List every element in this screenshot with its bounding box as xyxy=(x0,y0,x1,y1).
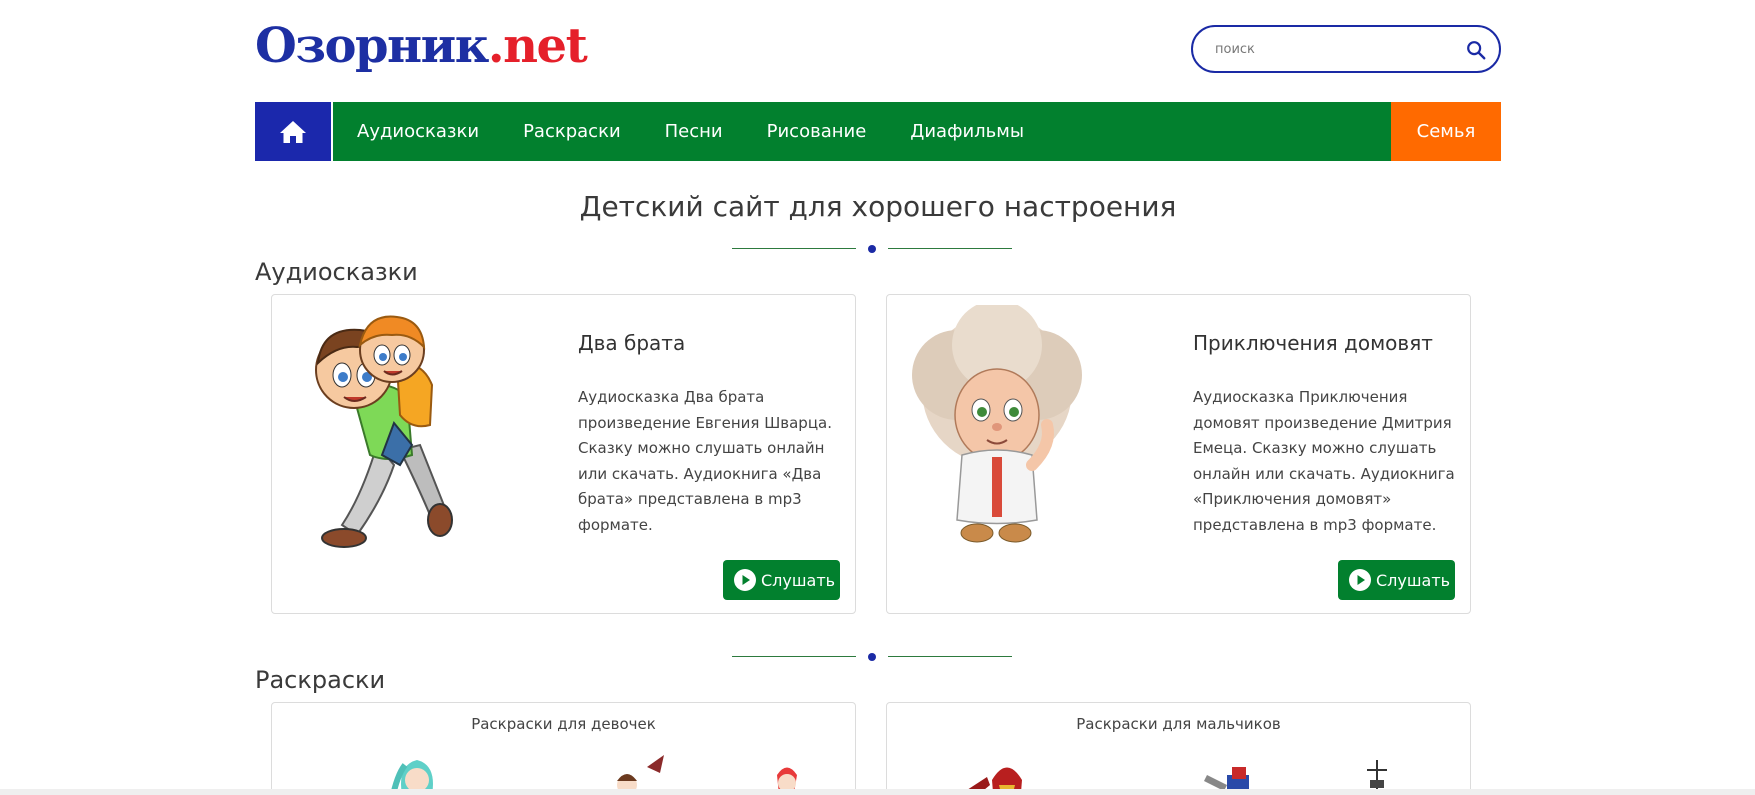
section-title-coloring: Раскраски xyxy=(255,666,386,694)
nav-item-coloring[interactable]: Раскраски xyxy=(501,102,643,161)
search-icon[interactable] xyxy=(1465,39,1487,61)
robot-thumbnail[interactable] xyxy=(1192,745,1282,795)
play-icon xyxy=(1349,569,1371,591)
page-title: Детский сайт для хорошего настроения xyxy=(579,190,1177,223)
girl-character-thumbnail[interactable] xyxy=(372,745,462,795)
listen-button-label: Слушать xyxy=(761,570,836,590)
nav-item-audiotales[interactable]: Аудиосказки xyxy=(335,102,501,161)
mermaid-thumbnail[interactable] xyxy=(742,745,832,795)
listen-button[interactable]: Слушать xyxy=(1338,560,1455,600)
play-icon xyxy=(734,569,756,591)
logo-text-main: Озорник xyxy=(255,18,489,74)
coloring-card-boys[interactable]: Раскраски для мальчиков xyxy=(886,702,1471,795)
nav-item-family[interactable]: Семья xyxy=(1391,102,1501,161)
home-icon xyxy=(280,120,306,143)
bottom-edge xyxy=(0,789,1755,795)
iron-man-thumbnail[interactable] xyxy=(962,745,1052,795)
coloring-card-title: Раскраски для мальчиков xyxy=(1076,715,1281,733)
listen-button[interactable]: Слушать xyxy=(723,560,840,600)
audiotale-card: Два брата Аудиосказка Два брата произвед… xyxy=(271,294,856,614)
nav-item-songs[interactable]: Песни xyxy=(643,102,745,161)
coloring-card-girls[interactable]: Раскраски для девочек xyxy=(271,702,856,795)
audiotale-card: Приключения домовят Аудиосказка Приключе… xyxy=(886,294,1471,614)
coloring-card-title: Раскраски для девочек xyxy=(471,715,656,733)
site-logo[interactable]: Озорник.net xyxy=(255,14,588,78)
audiotale-title[interactable]: Два брата xyxy=(578,331,685,355)
home-button[interactable] xyxy=(255,102,333,161)
section-title-audiotales: Аудиосказки xyxy=(255,258,418,286)
title-divider xyxy=(732,245,1012,253)
search-input[interactable] xyxy=(1215,37,1445,61)
princess-thumbnail[interactable] xyxy=(592,745,682,795)
search-box xyxy=(1191,25,1501,73)
section-divider xyxy=(732,653,1012,661)
nav-item-filmstrips[interactable]: Диафильмы xyxy=(888,102,1046,161)
nav-items: Аудиосказки Раскраски Песни Рисование Ди… xyxy=(335,102,1046,161)
audiotale-title[interactable]: Приключения домовят xyxy=(1193,331,1433,355)
logo-text-domain: .net xyxy=(487,18,588,74)
audiotale-description: Аудиосказка Два брата произведение Евген… xyxy=(578,388,832,534)
nav-item-drawing[interactable]: Рисование xyxy=(745,102,889,161)
audiotale-description: Аудиосказка Приключения домовят произвед… xyxy=(1193,388,1455,534)
domovyata-image[interactable] xyxy=(897,305,1137,560)
listen-button-label: Слушать xyxy=(1376,570,1451,590)
main-nav: Аудиосказки Раскраски Песни Рисование Ди… xyxy=(255,102,1501,161)
ship-thumbnail[interactable] xyxy=(1332,745,1422,795)
two-brothers-image[interactable] xyxy=(282,305,522,560)
